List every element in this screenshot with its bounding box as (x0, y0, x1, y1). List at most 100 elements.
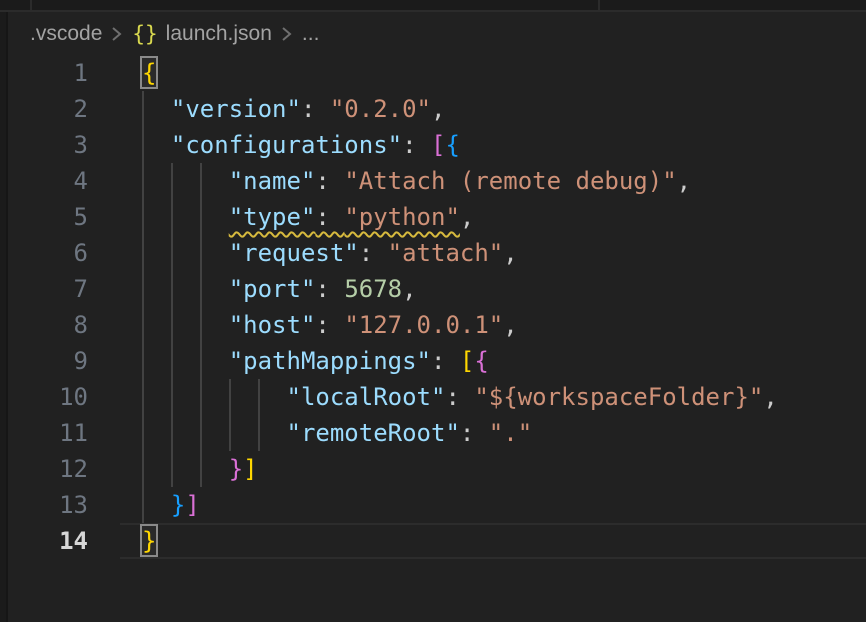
line-number[interactable]: 3 (8, 127, 120, 163)
token-b1: } (142, 527, 156, 555)
breadcrumb: .vscode {} launch.json ... (8, 12, 866, 55)
breadcrumb-item-folder[interactable]: .vscode (30, 22, 102, 46)
breadcrumb-item-file[interactable]: launch.json (166, 22, 272, 46)
token-str: "python" (344, 203, 460, 231)
token-key: "port" (229, 275, 316, 303)
chevron-right-icon (281, 24, 293, 44)
code-text: "name": "Attach (remote debug)", (120, 163, 691, 199)
token-b3: { (445, 131, 459, 159)
token-key: "request" (229, 239, 359, 267)
code-line[interactable]: 11 "remoteRoot": "." (8, 415, 866, 451)
code-text: "type": "python", (120, 199, 474, 235)
code-text: }] (120, 451, 258, 487)
token-str: "Attach (remote debug)" (344, 167, 676, 195)
code-line[interactable]: 14} (8, 523, 866, 559)
line-number[interactable]: 1 (8, 55, 120, 91)
line-number[interactable]: 14 (8, 523, 120, 559)
token-punct: : (315, 311, 344, 339)
code-text: "host": "127.0.0.1", (120, 307, 518, 343)
token-punct: , (431, 95, 445, 123)
token-num: 5678 (344, 275, 402, 303)
chevron-right-icon (111, 24, 123, 44)
token-punct: : (359, 239, 388, 267)
line-number[interactable]: 12 (8, 451, 120, 487)
token-key: "host" (229, 311, 316, 339)
code-line[interactable]: 9 "pathMappings": [{ (8, 343, 866, 379)
token-key: "configurations" (171, 131, 402, 159)
tab-bar-edge (0, 0, 866, 12)
code-line[interactable]: 4 "name": "Attach (remote debug)", (8, 163, 866, 199)
line-number[interactable]: 2 (8, 91, 120, 127)
token-punct: , (503, 311, 517, 339)
line-number[interactable]: 8 (8, 307, 120, 343)
token-punct: : (315, 167, 344, 195)
token-punct: : (431, 347, 460, 375)
code-line[interactable]: 2 "version": "0.2.0", (8, 91, 866, 127)
code-text: { (120, 55, 156, 91)
line-number[interactable]: 9 (8, 343, 120, 379)
line-number[interactable]: 11 (8, 415, 120, 451)
token-str: "0.2.0" (330, 95, 431, 123)
code-text: "version": "0.2.0", (120, 91, 445, 127)
token-punct: : (445, 383, 474, 411)
token-punct: : (301, 95, 330, 123)
code-editor[interactable]: 1{2 "version": "0.2.0",3 "configurations… (8, 55, 866, 622)
line-number[interactable]: 13 (8, 487, 120, 523)
token-str: "127.0.0.1" (344, 311, 503, 339)
token-b3: } (171, 491, 185, 519)
code-text: "remoteRoot": "." (120, 415, 532, 451)
code-line[interactable]: 7 "port": 5678, (8, 271, 866, 307)
line-number[interactable]: 4 (8, 163, 120, 199)
token-punct: : (460, 419, 489, 447)
token-b2: [ (431, 131, 445, 159)
token-key: "type" (229, 203, 316, 231)
token-punct: : (315, 275, 344, 303)
token-b1: { (142, 59, 156, 87)
token-punct: , (460, 203, 474, 231)
code-text: "pathMappings": [{ (120, 343, 489, 379)
token-key: "pathMappings" (229, 347, 431, 375)
tab-divider (598, 0, 600, 10)
token-punct: , (677, 167, 691, 195)
code-line[interactable]: 10 "localRoot": "${workspaceFolder}", (8, 379, 866, 415)
token-key: "name" (229, 167, 316, 195)
code-line[interactable]: 12 }] (8, 451, 866, 487)
breadcrumb-item-more[interactable]: ... (302, 22, 320, 46)
token-b2: ] (185, 491, 199, 519)
line-number[interactable]: 10 (8, 379, 120, 415)
code-text: }] (120, 487, 200, 523)
json-braces-icon: {} (132, 22, 157, 46)
tab-divider (30, 0, 32, 10)
token-str: "attach" (388, 239, 504, 267)
token-punct: : (315, 203, 344, 231)
line-number[interactable]: 6 (8, 235, 120, 271)
code-line[interactable]: 1{ (8, 55, 866, 91)
code-text: "localRoot": "${workspaceFolder}", (120, 379, 778, 415)
token-key: "version" (171, 95, 301, 123)
token-b1: [ (460, 347, 474, 375)
code-line[interactable]: 6 "request": "attach", (8, 235, 866, 271)
panel-edge-divider[interactable] (0, 12, 8, 622)
line-number[interactable]: 5 (8, 199, 120, 235)
line-number[interactable]: 7 (8, 271, 120, 307)
token-punct: , (763, 383, 777, 411)
token-b2: } (229, 455, 243, 483)
code-line[interactable]: 8 "host": "127.0.0.1", (8, 307, 866, 343)
code-text: "port": 5678, (120, 271, 417, 307)
warning-squiggle: "type": "python" (229, 203, 460, 231)
token-key: "remoteRoot" (287, 419, 460, 447)
editor-window: .vscode {} launch.json ... 1{2 "version"… (0, 0, 866, 622)
code-line[interactable]: 13 }] (8, 487, 866, 523)
code-text: "request": "attach", (120, 235, 518, 271)
token-str: "." (489, 419, 532, 447)
code-lines: 1{2 "version": "0.2.0",3 "configurations… (8, 55, 866, 622)
token-punct: , (402, 275, 416, 303)
code-text: "configurations": [{ (120, 127, 460, 163)
token-punct: : (402, 131, 431, 159)
code-line[interactable]: 5 "type": "python", (8, 199, 866, 235)
token-b1: ] (243, 455, 257, 483)
token-str: "${workspaceFolder}" (474, 383, 763, 411)
token-key: "localRoot" (287, 383, 446, 411)
code-line[interactable]: 3 "configurations": [{ (8, 127, 866, 163)
token-b2: { (474, 347, 488, 375)
